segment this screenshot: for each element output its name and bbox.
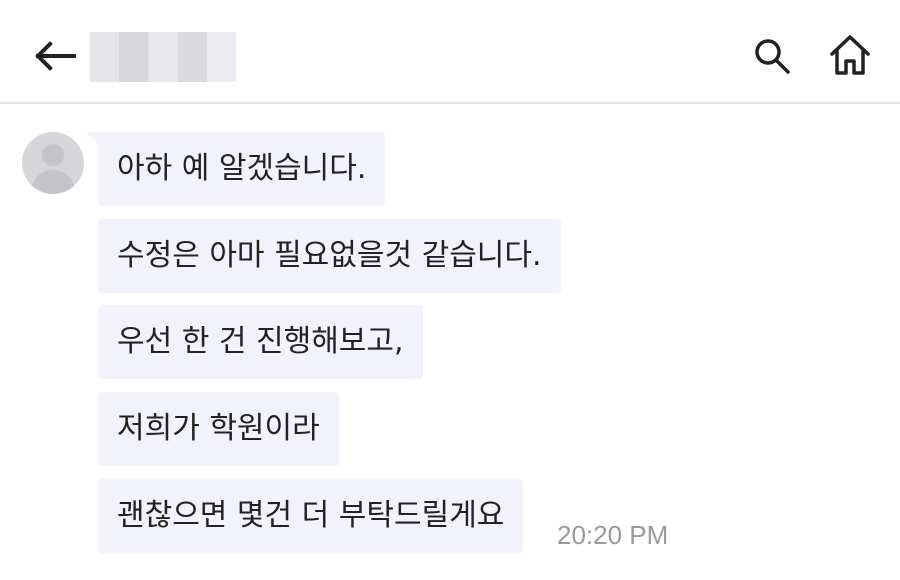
back-button[interactable] xyxy=(30,36,80,76)
message-timestamp: 20:20 PM xyxy=(557,520,669,550)
message-bubble[interactable]: 아하 예 알겠습니다. xyxy=(98,132,386,206)
chat-header: ■■■■ xyxy=(0,0,900,104)
message-bubble[interactable]: 수정은 아마 필요없을것 같습니다. xyxy=(98,219,561,293)
bubble-tail xyxy=(86,132,98,144)
message-bubble[interactable]: 우선 한 건 진행해보고, xyxy=(98,305,423,379)
search-button[interactable] xyxy=(752,36,792,76)
message-bubble[interactable]: 괜찮으면 몇건 더 부탁드릴게요 xyxy=(98,479,524,553)
home-icon xyxy=(830,35,870,75)
avatar[interactable] xyxy=(22,132,84,194)
avatar-body-shape xyxy=(31,170,75,194)
contact-name[interactable]: ■■■■ xyxy=(90,32,236,82)
home-button[interactable] xyxy=(826,32,874,78)
arrow-left-icon xyxy=(35,41,76,71)
avatar-head-shape xyxy=(42,144,64,166)
search-icon xyxy=(755,39,790,74)
message-bubble[interactable]: 저희가 학원이라 xyxy=(98,392,339,466)
